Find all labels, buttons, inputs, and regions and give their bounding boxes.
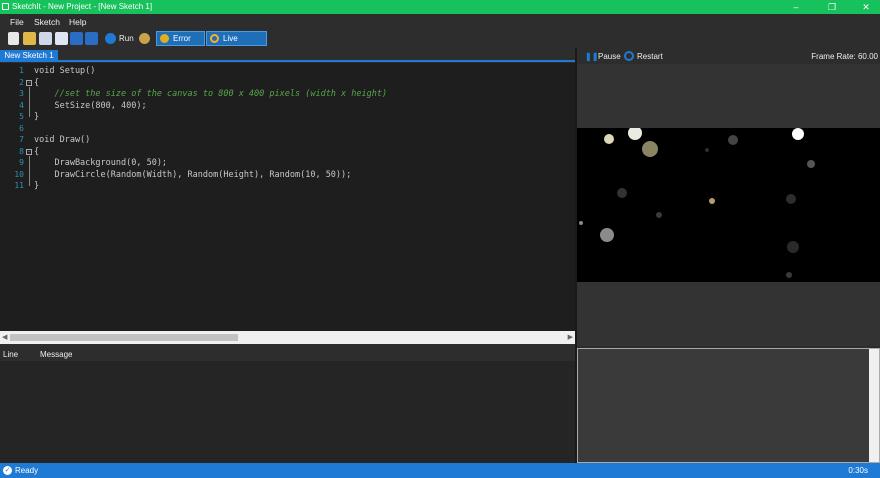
error-list-header: Line Message [0,347,575,361]
sketch-canvas [577,126,880,282]
elapsed-time: 0:30s [848,466,868,475]
circle [600,228,614,242]
scroll-right-icon[interactable]: ▶ [568,333,573,341]
circle [617,188,627,198]
menu-help[interactable]: Help [69,17,86,27]
settings-gear-icon[interactable] [139,33,150,44]
code-line: DrawCircle(Random(Width), Random(Height)… [34,169,352,180]
menu-bar: File Sketch Help [0,14,880,30]
line-number: 11 [14,181,24,190]
code-line: DrawBackground(0, 50); [34,158,168,168]
circle [728,135,738,145]
circle [786,194,796,204]
circle [628,126,642,140]
line-number: 2 [19,77,24,87]
pause-button[interactable]: Pause [598,52,621,61]
toolbar: Run Error List Live Preview [0,30,880,56]
column-line[interactable]: Line [3,350,18,359]
pause-icon[interactable]: ❚❚ [585,52,598,61]
fold-toggle-icon[interactable]: - [26,149,32,155]
scrollbar-thumb[interactable] [10,334,238,341]
line-number: 9 [19,158,24,167]
save-all-icon[interactable] [85,32,98,45]
close-button[interactable]: ✕ [854,0,878,14]
circle [786,272,792,278]
code-line: } [34,181,40,191]
circle [642,141,658,157]
code-line: void Draw() [34,135,91,145]
code-line: } [34,112,40,122]
code-line: { [34,146,40,157]
restart-icon[interactable] [624,51,634,61]
restart-button[interactable]: Restart [637,52,663,61]
circle [579,221,583,225]
app-icon [2,3,9,10]
line-number: 7 [19,135,24,144]
run-button[interactable]: Run [119,34,134,43]
circle [604,134,614,144]
preview-margin-bottom [577,282,880,346]
column-message[interactable]: Message [40,350,72,359]
editor-horizontal-scrollbar[interactable]: ◀ ▶ [0,331,575,344]
fold-toggle-icon[interactable]: - [26,80,32,86]
preview-margin-top [577,64,880,128]
code-editor[interactable]: 1 2 3 4 5 6 7 8 9 10 11 - - void Setup()… [0,63,575,331]
tab-new-sketch-1[interactable]: New Sketch 1 [0,50,58,62]
line-number: 8 [19,146,24,156]
circle [792,128,804,140]
line-number: 4 [19,100,24,110]
live-preview-toggle[interactable]: Live Preview [206,31,267,56]
line-number: 6 [19,123,24,133]
title-bar: SketchIt - New Project - [New Sketch 1] … [0,0,880,14]
output-console[interactable] [577,348,880,463]
code-comment-line: //set the size of the canvas to 800 x 40… [34,89,388,99]
fold-guide [29,87,30,117]
preview-toolbar: ❚❚ Pause Restart Frame Rate: 60.00 [577,48,880,64]
line-number-gutter: 1 2 3 4 5 6 7 8 9 10 11 [0,63,24,331]
maximize-button[interactable]: ❐ [820,0,844,14]
line-number: 3 [19,89,24,98]
canvas-drawing [579,126,815,278]
minimize-button[interactable]: – [784,0,808,14]
run-icon[interactable] [105,33,116,44]
circle [807,160,815,168]
check-circle-icon: ✓ [3,466,12,475]
frame-rate: Frame Rate: 60.00 [811,52,878,61]
console-vertical-scrollbar[interactable] [869,349,879,462]
circle [787,241,799,253]
code-line: void Setup() [34,66,96,76]
line-number: 10 [14,169,24,179]
error-list-toggle[interactable]: Error List [156,31,205,56]
circle [705,148,709,152]
scroll-left-icon[interactable]: ◀ [2,333,7,341]
circle [656,212,662,218]
open-sketch-icon[interactable] [55,32,68,45]
menu-sketch[interactable]: Sketch [34,17,60,27]
new-sketch-icon[interactable] [39,32,52,45]
error-list-body [0,361,575,463]
status-bar: ✓ Ready 0:30s [0,463,880,478]
document-tab-strip: New Sketch 1 [0,48,575,62]
menu-file[interactable]: File [10,17,24,27]
fold-guide [29,156,30,186]
save-icon[interactable] [70,32,83,45]
live-preview-icon [210,34,219,43]
code-line: { [34,77,40,88]
line-number: 5 [19,112,24,121]
status-text: Ready [15,466,39,475]
open-folder-icon[interactable] [23,32,36,45]
line-number: 1 [19,66,24,75]
code-line: SetSize(800, 400); [34,100,147,111]
new-file-icon[interactable] [8,32,19,45]
circle [709,198,715,204]
window-title: SketchIt - New Project - [New Sketch 1] [12,2,153,11]
warning-icon [160,34,169,43]
